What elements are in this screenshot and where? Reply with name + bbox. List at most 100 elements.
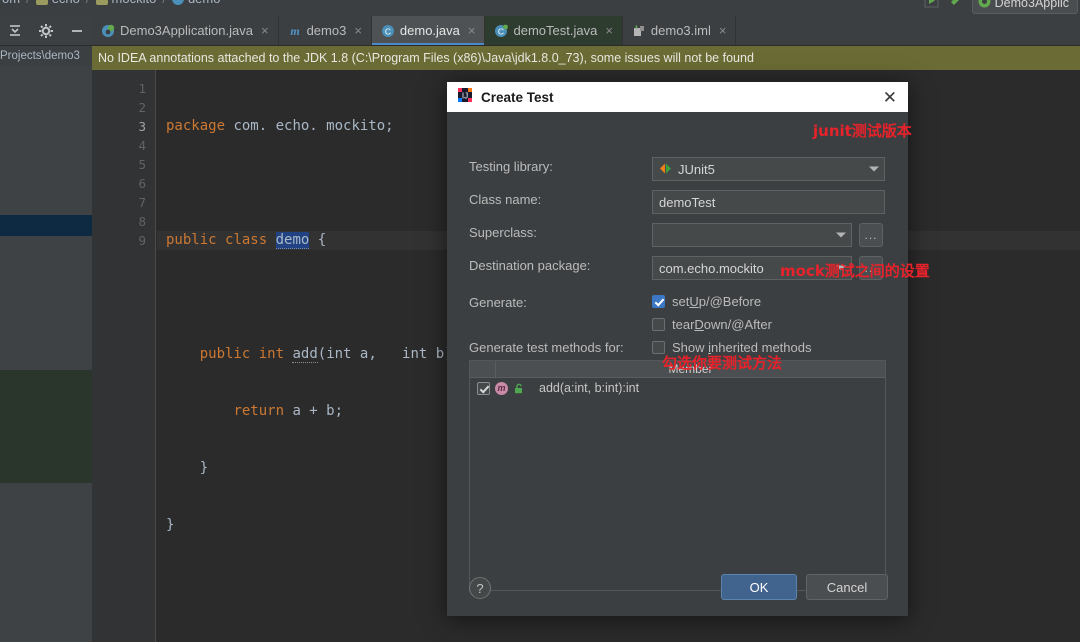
run-configuration-name: Demo3Applic: [994, 0, 1069, 10]
setup-before-checkbox-row[interactable]: setUp/@Before: [652, 294, 761, 309]
tab-label: demo.java: [399, 23, 460, 38]
line-number: 1: [138, 81, 146, 96]
cancel-button[interactable]: Cancel: [806, 574, 888, 600]
closing-brace: }: [166, 517, 175, 533]
editor-tab-bar: Demo3Application.java × m demo3 × C demo…: [92, 16, 1080, 46]
tab-close-icon[interactable]: ×: [605, 23, 613, 38]
teardown-after-checkbox[interactable]: [652, 318, 665, 331]
keyword-int: int: [258, 346, 285, 362]
testing-library-label: Testing library:: [469, 159, 553, 174]
keyword-public: public: [166, 232, 217, 248]
superclass-browse-button[interactable]: ...: [859, 223, 883, 247]
line-number: 5: [138, 157, 146, 172]
tab-demo-java[interactable]: C demo.java ×: [371, 16, 486, 45]
line-number: 7: [138, 195, 146, 210]
help-button[interactable]: ?: [469, 577, 491, 599]
create-test-dialog: IJ Create Test ✕ Testing library: JUnit5: [447, 82, 908, 616]
ok-button[interactable]: OK: [721, 574, 797, 600]
keyword-package: package: [166, 118, 226, 134]
svg-text:IJ: IJ: [462, 91, 468, 100]
setup-before-checkbox[interactable]: [652, 295, 665, 308]
tab-label: demoTest.java: [513, 23, 598, 38]
run-play-icon[interactable]: [924, 0, 939, 13]
highlighted-block[interactable]: [0, 370, 92, 483]
show-inherited-methods-row[interactable]: Show inherited methods: [652, 340, 811, 355]
collapse-all-icon[interactable]: [7, 23, 23, 39]
class-name-value: demoTest: [659, 194, 716, 210]
show-inherited-methods-label: Show inherited methods: [672, 340, 812, 355]
breadcrumb-separator: /: [84, 0, 92, 6]
svg-text:m: m: [290, 24, 299, 38]
chevron-down-icon[interactable]: [836, 232, 846, 238]
breadcrumb-item-0[interactable]: om: [2, 0, 20, 6]
java-class-icon: [171, 0, 184, 5]
teardown-after-checkbox-row[interactable]: tearDown/@After: [652, 317, 772, 332]
breadcrumb-item-1[interactable]: echo: [52, 0, 80, 6]
selected-row-highlight[interactable]: [0, 215, 92, 236]
intellij-idea-icon: IJ: [457, 87, 473, 108]
close-icon[interactable]: ✕: [880, 89, 900, 106]
line-number-gutter: 1 2 3 4 5 6 7 8 9: [92, 70, 156, 642]
tab-close-icon[interactable]: ×: [719, 23, 727, 38]
hide-icon[interactable]: [69, 23, 85, 39]
breadcrumb-item-3[interactable]: demo: [188, 0, 221, 6]
settings-gear-icon[interactable]: [38, 23, 54, 39]
tab-demo3-iml[interactable]: demo3.iml ×: [623, 16, 737, 45]
destination-package-label: Destination package:: [469, 258, 591, 273]
tab-close-icon[interactable]: ×: [468, 23, 476, 38]
tab-close-icon[interactable]: ×: [261, 23, 269, 38]
dialog-title: Create Test: [481, 89, 554, 105]
destination-package-combo[interactable]: com.echo.mockito: [652, 256, 852, 280]
method-name: add: [292, 346, 318, 363]
member-table[interactable]: Member m add(a:int, b:int):int: [469, 360, 886, 591]
chevron-down-icon[interactable]: [836, 265, 846, 271]
return-expression: a + b;: [284, 403, 344, 419]
line-number: 4: [138, 138, 146, 153]
testing-library-value: JUnit5: [678, 161, 715, 177]
superclass-label: Superclass:: [469, 225, 537, 240]
show-inherited-methods-checkbox[interactable]: [652, 341, 665, 354]
class-name-input[interactable]: demoTest: [652, 190, 885, 214]
setup-before-label: setUp/@Before: [672, 294, 762, 309]
generate-label: Generate:: [469, 295, 527, 310]
line-number: 9: [138, 233, 146, 248]
keyword-class: class: [225, 232, 268, 248]
build-hammer-icon[interactable]: [948, 0, 963, 13]
tab-label: Demo3Application.java: [120, 23, 253, 38]
run-configuration-selector[interactable]: Demo3Applic: [971, 0, 1078, 14]
member-column-header: Member: [668, 362, 713, 376]
class-name-label: Class name:: [469, 192, 542, 207]
tab-demotest-java[interactable]: C demoTest.java ×: [485, 16, 623, 45]
member-signature: add(a:int, b:int):int: [539, 381, 640, 395]
testing-library-combo[interactable]: JUnit5: [652, 157, 885, 181]
maven-m-icon: m: [288, 24, 302, 38]
tab-demo3[interactable]: m demo3 ×: [279, 16, 372, 45]
java-test-class-icon: C: [494, 24, 509, 38]
method-args: (int a, int b){: [317, 346, 462, 362]
closing-brace: }: [199, 460, 209, 476]
left-tool-panel: [0, 66, 92, 642]
line-number: 6: [138, 176, 146, 191]
notification-banner: No IDEA annotations attached to the JDK …: [92, 46, 1080, 70]
java-class-icon: C: [381, 24, 395, 38]
member-row-checkbox[interactable]: [477, 381, 490, 395]
package-name: com. echo. mockito;: [225, 118, 394, 134]
generate-test-methods-label: Generate test methods for:: [469, 340, 624, 355]
breadcrumb-item-2[interactable]: mockito: [112, 0, 157, 6]
chevron-down-icon[interactable]: [869, 166, 879, 172]
project-path-label: Projects\demo3: [0, 46, 92, 66]
keyword-return: return: [233, 403, 285, 419]
destination-package-browse-button[interactable]: ...: [859, 256, 883, 280]
method-m-icon: m: [495, 381, 508, 395]
superclass-combo[interactable]: [652, 223, 852, 247]
svg-text:C: C: [385, 26, 391, 36]
tab-close-icon[interactable]: ×: [354, 23, 362, 38]
keyword-public: public: [199, 346, 251, 362]
tab-label: demo3: [306, 23, 347, 38]
svg-text:C: C: [498, 26, 504, 36]
member-table-checkbox-column: [470, 361, 496, 377]
dialog-body: Testing library: JUnit5 Class name: demo…: [447, 112, 908, 616]
tab-demo3application-java[interactable]: Demo3Application.java ×: [92, 16, 279, 45]
junit-icon: [659, 162, 672, 177]
table-row[interactable]: m add(a:int, b:int):int: [470, 378, 885, 398]
